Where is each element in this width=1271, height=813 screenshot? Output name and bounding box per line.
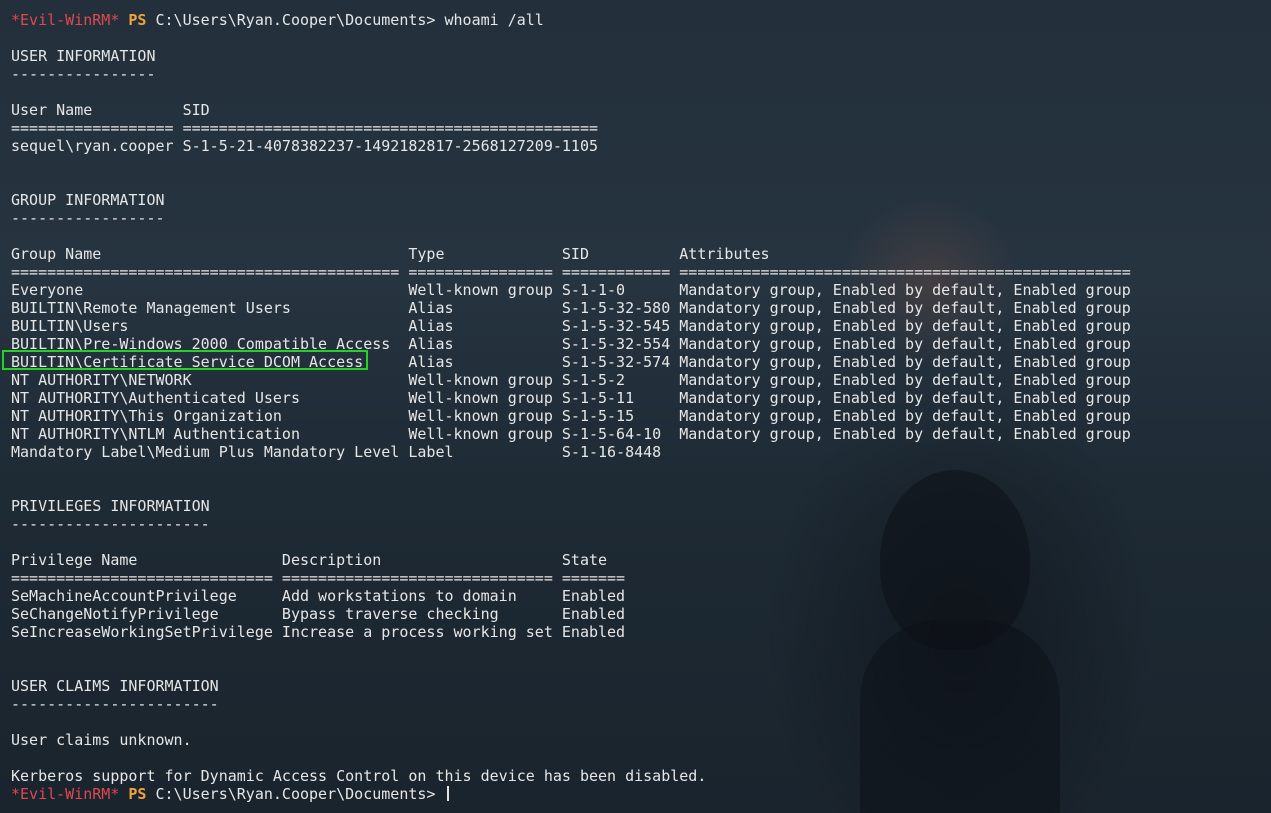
highlight-box — [2, 350, 368, 370]
output-line: ============================= ==========… — [11, 569, 626, 587]
output-line: ----------------------- — [11, 695, 219, 713]
group-table-row: Everyone Well-known group S-1-1-0 Mandat… — [11, 281, 1131, 299]
terminal-output: *Evil-WinRM* PS C:\Users\Ryan.Cooper\Doc… — [11, 11, 1271, 803]
group-table-row: Mandatory Label\Medium Plus Mandatory Le… — [11, 443, 662, 461]
output-line: ----------------- — [11, 209, 165, 227]
prompt-line: *Evil-WinRM* PS C:\Users\Ryan.Cooper\Doc… — [11, 11, 1271, 29]
privilege-table-header: Privilege Name Description State — [11, 551, 608, 569]
group-table-row: NT AUTHORITY\This Organization Well-know… — [11, 407, 1131, 425]
prompt-ps: PS — [128, 785, 147, 803]
group-table-row: BUILTIN\Remote Management Users Alias S-… — [11, 299, 1131, 317]
group-table-header: Group Name Type SID Attributes — [11, 245, 770, 263]
privilege-table-row: SeChangeNotifyPrivilege Bypass traverse … — [11, 605, 626, 623]
claims-message: User claims unknown. — [11, 731, 192, 749]
prompt-tag: *Evil-WinRM* — [11, 11, 120, 29]
user-table-header: User Name SID — [11, 101, 210, 119]
prompt-tag: *Evil-WinRM* — [11, 785, 120, 803]
output-line: ---------------------- — [11, 515, 210, 533]
group-table-row: NT AUTHORITY\NETWORK Well-known group S-… — [11, 371, 1131, 389]
user-table-row: sequel\ryan.cooper S-1-5-21-4078382237-1… — [11, 137, 598, 155]
text-cursor[interactable] — [446, 786, 449, 801]
section-heading-group-information: GROUP INFORMATION — [11, 191, 165, 209]
group-table-row: NT AUTHORITY\NTLM Authentication Well-kn… — [11, 425, 1131, 443]
prompt-line-active[interactable]: *Evil-WinRM* PS C:\Users\Ryan.Cooper\Doc… — [11, 785, 1271, 803]
output-line: ========================================… — [11, 263, 1131, 281]
command-text: whoami /all — [444, 11, 544, 29]
prompt-path: C:\Users\Ryan.Cooper\Documents> — [155, 11, 436, 29]
section-heading-user-information: USER INFORMATION — [11, 47, 156, 65]
section-heading-privileges-information: PRIVILEGES INFORMATION — [11, 497, 210, 515]
prompt-path: C:\Users\Ryan.Cooper\Documents> — [155, 785, 436, 803]
group-table-row: BUILTIN\Users Alias S-1-5-32-545 Mandato… — [11, 317, 1131, 335]
privilege-table-row: SeIncreaseWorkingSetPrivilege Increase a… — [11, 623, 626, 641]
section-heading-user-claims-information: USER CLAIMS INFORMATION — [11, 677, 219, 695]
output-line: ================== =====================… — [11, 119, 598, 137]
kerberos-message: Kerberos support for Dynamic Access Cont… — [11, 767, 707, 785]
group-table-row: NT AUTHORITY\Authenticated Users Well-kn… — [11, 389, 1131, 407]
prompt-ps: PS — [128, 11, 147, 29]
output-line: ---------------- — [11, 65, 156, 83]
privilege-table-row: SeMachineAccountPrivilege Add workstatio… — [11, 587, 626, 605]
